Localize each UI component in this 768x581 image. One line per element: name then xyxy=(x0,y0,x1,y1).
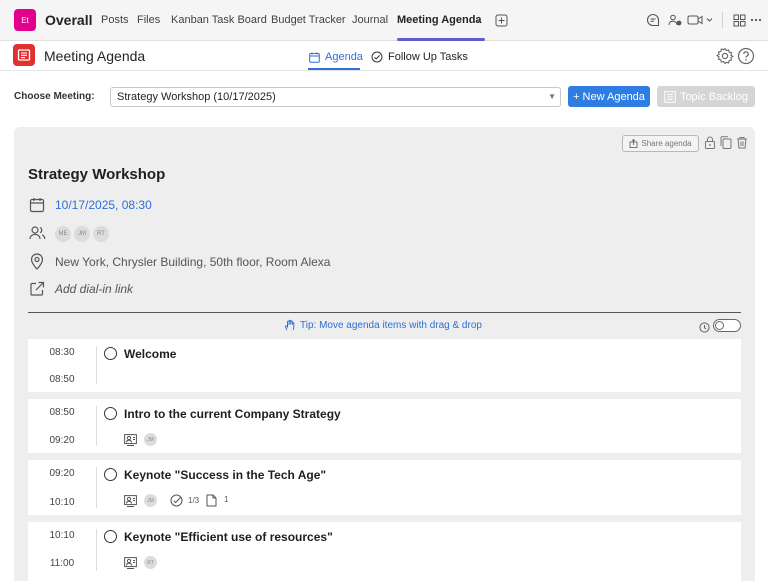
item-complete-checkbox[interactable] xyxy=(104,347,117,360)
item-end-time: 10:10 xyxy=(49,497,75,508)
tab-posts[interactable]: Posts xyxy=(101,14,129,26)
chat-icon[interactable] xyxy=(644,11,662,29)
active-subtab-indicator xyxy=(308,68,360,70)
agenda-item[interactable]: 08:30 08:50 Welcome xyxy=(28,339,741,392)
presenter-avatar[interactable]: JM xyxy=(144,433,157,446)
time-divider xyxy=(96,346,97,384)
tab-agenda[interactable]: Agenda xyxy=(309,51,363,63)
tab-agenda-label: Agenda xyxy=(325,51,363,63)
team-avatar[interactable]: Et xyxy=(14,9,36,31)
add-tab-icon[interactable] xyxy=(492,11,510,29)
share-icon xyxy=(629,139,638,148)
clock-icon xyxy=(699,320,710,333)
presenter-avatar[interactable]: RT xyxy=(144,556,157,569)
agenda-item[interactable]: 09:20 10:10 Keynote "Success in the Tech… xyxy=(28,460,741,515)
share-agenda-button[interactable]: Share agenda xyxy=(622,135,699,152)
item-title[interactable]: Welcome xyxy=(124,347,176,361)
video-call-icon[interactable] xyxy=(686,11,716,29)
time-divider xyxy=(96,529,97,571)
tab-budget-tracker[interactable]: Budget Tracker xyxy=(271,14,346,26)
avatar[interactable]: JM xyxy=(74,226,90,242)
drag-hand-icon xyxy=(285,319,295,331)
more-options-icon[interactable] xyxy=(747,11,765,29)
meeting-select[interactable]: Strategy Workshop (10/17/2025) ▼ xyxy=(110,87,561,107)
app-header: Meeting Agenda Agenda Follow Up Tasks xyxy=(0,41,768,71)
agenda-item[interactable]: 10:10 11:00 Keynote "Efficient use of re… xyxy=(28,522,741,581)
documents-count[interactable]: 1 xyxy=(224,495,228,504)
item-complete-checkbox[interactable] xyxy=(104,407,117,420)
section-divider xyxy=(28,312,741,313)
tab-follow-up-tasks[interactable]: Follow Up Tasks xyxy=(371,51,468,63)
external-link-icon xyxy=(29,281,46,298)
tasks-check-icon xyxy=(170,494,183,507)
check-circle-icon xyxy=(371,51,383,63)
item-title[interactable]: Keynote "Efficient use of resources" xyxy=(124,530,333,544)
item-start-time: 08:50 xyxy=(49,407,75,418)
meeting-agenda-logo-icon xyxy=(13,44,35,66)
location-pin-icon xyxy=(29,253,46,270)
agenda-item[interactable]: 08:50 09:20 Intro to the current Company… xyxy=(28,399,741,453)
tip-text: Tip: Move agenda items with drag & drop xyxy=(300,319,482,331)
item-title[interactable]: Intro to the current Company Strategy xyxy=(124,407,341,421)
calendar-icon xyxy=(309,52,320,63)
meeting-select-value: Strategy Workshop (10/17/2025) xyxy=(117,91,276,103)
tab-follow-up-label: Follow Up Tasks xyxy=(388,51,468,63)
presenter-icon xyxy=(124,494,137,507)
meeting-title: Strategy Workshop xyxy=(28,166,166,183)
people-icon[interactable] xyxy=(666,11,684,29)
choose-meeting-label: Choose Meeting: xyxy=(14,91,95,102)
team-name[interactable]: Overall xyxy=(45,12,92,28)
help-icon[interactable] xyxy=(737,47,755,65)
attendees-icon xyxy=(29,225,46,242)
time-divider xyxy=(96,406,97,446)
tab-meeting-agenda[interactable]: Meeting Agenda xyxy=(397,14,482,26)
app-title: Meeting Agenda xyxy=(44,48,146,64)
meeting-datetime[interactable]: 10/17/2025, 08:30 xyxy=(55,198,152,212)
calendar-icon xyxy=(29,197,46,214)
document-icon xyxy=(206,494,219,507)
topic-backlog-label: Topic Backlog xyxy=(680,90,748,103)
copy-icon[interactable] xyxy=(720,136,734,150)
item-end-time: 09:20 xyxy=(49,435,75,446)
apps-icon[interactable] xyxy=(730,11,748,29)
time-toggle[interactable] xyxy=(713,319,741,332)
teams-top-bar: Et Overall Posts Files Kanban Task Board… xyxy=(0,0,768,41)
presenter-icon xyxy=(124,433,137,446)
item-start-time: 09:20 xyxy=(49,468,75,479)
backlog-icon xyxy=(664,90,676,103)
trash-icon[interactable] xyxy=(736,136,750,150)
avatar[interactable]: ME xyxy=(55,226,71,242)
meeting-location[interactable]: New York, Chrysler Building, 50th floor,… xyxy=(55,255,330,269)
add-dial-in-link[interactable]: Add dial-in link xyxy=(55,282,133,296)
chevron-down-icon[interactable]: ⌄ xyxy=(475,14,483,25)
drag-drop-tip: Tip: Move agenda items with drag & drop xyxy=(284,319,482,331)
item-end-time: 11:00 xyxy=(49,558,75,569)
avatar[interactable]: RT xyxy=(93,226,109,242)
topic-backlog-button[interactable]: Topic Backlog xyxy=(657,86,755,107)
item-title[interactable]: Keynote "Success in the Tech Age" xyxy=(124,468,326,482)
time-divider xyxy=(96,467,97,508)
item-start-time: 10:10 xyxy=(49,530,75,541)
tasks-count[interactable]: 1/3 xyxy=(188,496,199,505)
share-agenda-label: Share agenda xyxy=(641,139,692,148)
settings-gear-icon[interactable] xyxy=(716,47,734,65)
tab-files[interactable]: Files xyxy=(137,14,160,26)
item-start-time: 08:30 xyxy=(49,347,75,358)
item-end-time: 08:50 xyxy=(49,374,75,385)
item-complete-checkbox[interactable] xyxy=(104,530,117,543)
chevron-down-icon: ▼ xyxy=(548,92,556,101)
presenter-icon xyxy=(124,556,137,569)
tab-journal[interactable]: Journal xyxy=(352,14,388,26)
presenter-avatar[interactable]: JM xyxy=(144,494,157,507)
lock-icon[interactable] xyxy=(704,136,718,150)
tab-kanban[interactable]: Kanban Task Board xyxy=(171,14,267,26)
toolbar-divider xyxy=(722,12,723,28)
item-complete-checkbox[interactable] xyxy=(104,468,117,481)
toggle-knob xyxy=(715,321,724,330)
new-agenda-button[interactable]: + New Agenda xyxy=(568,86,650,107)
